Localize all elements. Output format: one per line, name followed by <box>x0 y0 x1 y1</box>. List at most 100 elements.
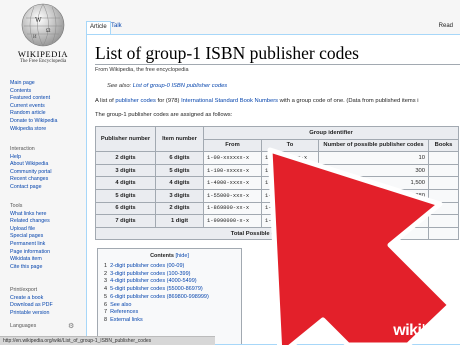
cell-item: 2 digits <box>155 201 204 216</box>
nav-related-changes[interactable]: Related changes <box>10 218 50 226</box>
toc-item[interactable]: 4 5-digit publisher codes (55000-86979) <box>104 286 241 294</box>
nav-interaction: Interaction Help About Wikipedia Communi… <box>10 146 52 192</box>
tab-talk[interactable]: Talk <box>108 21 125 31</box>
page-title: List of group-1 ISBN publisher codes <box>95 43 359 63</box>
nav-recent-changes[interactable]: Recent changes <box>10 176 52 184</box>
cell-to: 1-399-xxxxx-x <box>261 163 319 178</box>
toc-number: 5 <box>104 293 108 300</box>
nav-interaction-heading: Interaction <box>10 146 35 152</box>
see-also-prefix: See also: <box>107 83 133 89</box>
cell-total <box>318 226 429 241</box>
nav-donate[interactable]: Donate to Wikipedia <box>10 118 57 126</box>
header-group-identifier: Group identifier <box>203 126 459 140</box>
cell-item: 6 digits <box>155 151 204 165</box>
header-possible-codes: Number of possible publisher codes <box>318 138 429 153</box>
toc-item[interactable]: 8 External links <box>104 317 241 325</box>
toc-number: 8 <box>104 316 108 323</box>
logo-tagline: The Free Encyclopedia <box>19 59 67 64</box>
nav-wikidata-item[interactable]: Wikidata item <box>10 256 50 264</box>
toc-number: 6 <box>104 301 108 308</box>
toc-item[interactable]: 6 See also <box>104 302 241 310</box>
toc-label: External links <box>110 316 143 323</box>
toc-item[interactable]: 5 6-digit publisher codes (869800-998999) <box>104 294 241 302</box>
cell-books <box>428 151 459 165</box>
toc-hide-link[interactable]: [hide] <box>175 253 188 259</box>
languages-heading: Languages <box>10 323 37 329</box>
nav-main: Main page Contents Featured content Curr… <box>10 80 57 133</box>
cell-pub: 5 digits <box>95 188 156 203</box>
nav-what-links-here[interactable]: What links here <box>10 211 50 219</box>
cell-possible: 300 <box>318 163 429 178</box>
cell-pub: 3 digits <box>95 163 156 178</box>
nav-tools-heading: Tools <box>10 203 23 209</box>
nav-contents[interactable]: Contents <box>10 88 57 96</box>
toc-label: 2-digit publisher codes (00-09) <box>110 263 185 269</box>
nav-help[interactable]: Help <box>10 154 52 162</box>
toc-label: 6-digit publisher codes (869800-998999) <box>110 293 209 300</box>
svg-text:Ω: Ω <box>46 28 51 34</box>
cell-from: 1-55000-xxx-x <box>203 188 262 203</box>
toc-number: 1 <box>104 263 108 269</box>
tab-article[interactable]: Article <box>86 21 111 35</box>
header-from: From <box>203 138 262 153</box>
wikipedia-logo[interactable]: W Ω И WIKIPEDIA The Free Encyclopedia <box>8 2 78 72</box>
publisher-codes-link[interactable]: publisher codes <box>115 98 156 104</box>
see-also-hatnote: See also: List of group-0 ISBN publisher… <box>107 83 227 89</box>
cell-books <box>428 188 459 203</box>
nav-page-information[interactable]: Page information <box>10 249 50 257</box>
toc-list: 1 2-digit publisher codes (00-09) 2 3-digi… <box>104 263 241 325</box>
gear-icon[interactable]: ⚙ <box>68 322 74 330</box>
page-tabs: Article Talk Read <box>86 18 460 35</box>
toc-item[interactable]: 3 4-digit publisher codes (4000-5499) <box>104 278 241 286</box>
nav-printable-version[interactable]: Printable version <box>10 310 53 318</box>
nav-current-events[interactable]: Current events <box>10 103 57 111</box>
nav-store[interactable]: Wikipedia store <box>10 126 57 134</box>
toc-title: Contents [hide] <box>98 253 241 259</box>
toc-item[interactable]: 7 References <box>104 309 241 317</box>
nav-main-page[interactable]: Main page <box>10 80 57 88</box>
toc-number: 4 <box>104 286 108 293</box>
table-row: 6 digits 2 digits 1-869800-xx-x 1-999 12… <box>95 201 459 216</box>
toc-number: 7 <box>104 309 108 316</box>
cell-from: 1-4000-xxxx-x <box>203 176 262 190</box>
nav-tools: Tools What links here Related changes Up… <box>10 203 50 271</box>
nav-community-portal[interactable]: Community portal <box>10 169 52 177</box>
nav-random-article[interactable]: Random article <box>10 110 57 118</box>
toc-heading: Contents <box>150 253 174 259</box>
toc-item[interactable]: 2 3-digit publisher codes (100-399) <box>104 271 241 279</box>
nav-cite-page[interactable]: Cite this page <box>10 264 50 272</box>
cell-item: 4 digits <box>155 176 204 190</box>
isbn-link[interactable]: International Standard Book Numbers <box>181 98 278 104</box>
nav-featured-content[interactable]: Featured content <box>10 95 57 103</box>
cell-total-books <box>428 226 459 241</box>
intro-prefix: A list of <box>95 98 116 104</box>
nav-download-pdf[interactable]: Download as PDF <box>10 302 53 310</box>
cell-from: 1-869800-xx-x <box>203 201 262 216</box>
nav-create-book[interactable]: Create a book <box>10 295 53 303</box>
nav-permanent-link[interactable]: Permanent link <box>10 241 50 249</box>
see-also-link[interactable]: List of group-0 ISBN publisher codes <box>133 83 227 89</box>
toc-label: 4-digit publisher codes (4000-5499) <box>110 278 197 285</box>
watermark-wiki: wiki <box>393 322 422 339</box>
cell-from: 1-100-xxxxx-x <box>203 163 262 178</box>
header-publisher-number: Publisher number <box>95 125 156 153</box>
nav-special-pages[interactable]: Special pages <box>10 233 50 241</box>
nav-contact[interactable]: Contact page <box>10 184 52 192</box>
cell-books <box>428 176 459 190</box>
toc-label: 3-digit publisher codes (100-399) <box>110 270 191 277</box>
publisher-code-table: Publisher number Item number Group ident… <box>95 125 459 241</box>
toc-item[interactable]: 1 2-digit publisher codes (00-09) <box>104 263 241 271</box>
cell-from: 1-00-xxxxxx-x <box>203 151 262 165</box>
table-row: 4 digits 4 digits 1-4000-xxxx-x 1-5 1,50… <box>95 176 459 190</box>
total-label: Total Possible Group-1 Codes: <box>95 226 319 241</box>
table-row: 2 digits 6 digits 1-00-xxxxxx-x 1-09-xxx… <box>95 151 459 165</box>
table-row: 3 digits 5 digits 1-100-xxxxx-x 1-399-xx… <box>95 163 459 178</box>
tab-read[interactable]: Read <box>436 21 456 31</box>
nav-about[interactable]: About Wikipedia <box>10 161 52 169</box>
nav-upload-file[interactable]: Upload file <box>10 226 50 234</box>
cell-to: 1-999 <box>261 201 319 216</box>
intro-paragraph: A list of publisher codes for (978) Inte… <box>95 98 419 104</box>
table-row: 5 digits 3 digits 1-55000-xxx-x 1-8 31,3… <box>95 188 459 203</box>
toc-number: 3 <box>104 278 108 285</box>
table-total-row: Total Possible Group-1 Codes: <box>95 226 459 241</box>
